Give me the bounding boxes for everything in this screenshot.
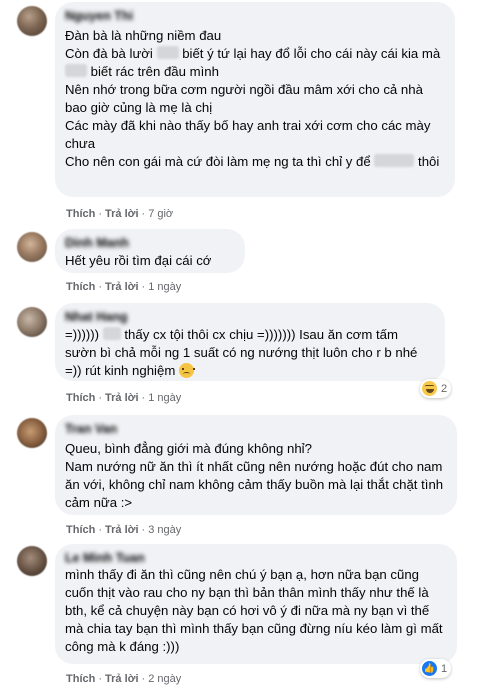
comment-bubble: Dinh Manh Hết yêu rồi tìm đại cái cớ (55, 229, 245, 273)
separator: · (98, 281, 103, 293)
comment-text: Hết yêu rồi tìm đại cái cớ (65, 253, 212, 268)
avatar[interactable] (17, 6, 47, 36)
like-link[interactable]: Thích (66, 524, 95, 536)
separator: · (141, 392, 146, 404)
comment-actions: Thích · Trả lời · 1 ngày (66, 392, 181, 404)
reaction-count: 2 (441, 382, 448, 395)
like-link[interactable]: Thích (66, 673, 95, 685)
comment-actions: Thích · Trả lời · 7 giờ (66, 208, 173, 220)
comment-line: Cho nên con gái mà cứ đòi làm mẹ ng ta t… (65, 154, 440, 169)
comment-bubble: Le Minh Tuan mình thấy đi ăn thì cũng nê… (55, 544, 457, 664)
reply-link[interactable]: Trả lời (105, 208, 139, 220)
sad-emoji-icon (178, 363, 195, 378)
comment-time[interactable]: 3 ngày (148, 524, 181, 536)
comment-text: mình thấy đi ăn thì cũng nên chú ý bạn ạ… (65, 567, 447, 654)
like-link[interactable]: Thích (66, 392, 95, 404)
comment-line: =)))))) thấy cx tội thôi cx chịu =))))))… (65, 327, 422, 378)
redacted-word (156, 46, 179, 59)
reaction-count: 1 (441, 662, 448, 675)
comment-text: =)))))) thấy cx tội thôi cx chịu =))))))… (65, 326, 433, 380)
reply-link[interactable]: Trả lời (105, 524, 139, 536)
like-link[interactable]: Thích (66, 281, 95, 293)
separator: · (141, 524, 146, 536)
comment-author[interactable]: Tran Van (65, 422, 445, 436)
comment-author[interactable]: Le Minh Tuan (65, 551, 445, 565)
comment-actions: Thích · Trả lời · 3 ngày (66, 524, 181, 536)
comment-author[interactable]: Dinh Manh (65, 236, 233, 250)
comment-actions: Thích · Trả lời · 2 ngày (66, 673, 181, 685)
comment-time[interactable]: 2 ngày (148, 673, 181, 685)
redacted-word (374, 154, 415, 167)
separator: · (141, 208, 146, 220)
reaction-summary[interactable]: 2 (420, 379, 452, 398)
comment-bubble: Tran Van Queu, bình đẳng giới mà đúng kh… (55, 415, 457, 515)
comment-time[interactable]: 7 giờ (148, 208, 173, 220)
separator: · (98, 208, 103, 220)
haha-reaction-icon (422, 381, 437, 396)
like-reaction-icon: 👍 (422, 661, 437, 676)
separator: · (141, 673, 146, 685)
comment-time[interactable]: 1 ngày (148, 392, 181, 404)
separator: · (98, 673, 103, 685)
avatar[interactable] (17, 307, 47, 337)
comment-author[interactable]: Nhat Hang (65, 310, 433, 324)
separator: · (98, 392, 103, 404)
avatar[interactable] (17, 232, 47, 262)
separator: · (98, 524, 103, 536)
avatar[interactable] (17, 546, 47, 576)
comment-line: Còn đà bà lười biết ý tứ lại hay đổ lỗi … (65, 46, 444, 79)
separator: · (141, 281, 146, 293)
comment-line: Đàn bà là những niềm đau (65, 28, 222, 43)
comment-line: Nên nhớ trong bữa cơm người ngồi đầu mâm… (65, 82, 427, 115)
comment-actions: Thích · Trả lời · 1 ngày (66, 281, 181, 293)
comment-text: Đàn bà là những niềm đau Còn đà bà lười … (65, 27, 443, 171)
comment-bubble: Nhat Hang =)))))) thấy cx tội thôi cx ch… (55, 303, 445, 381)
comment-bubble: Nguyen Thi Đàn bà là những niềm đau Còn … (55, 2, 455, 197)
reply-link[interactable]: Trả lời (105, 673, 139, 685)
avatar[interactable] (17, 418, 47, 448)
comment-time[interactable]: 1 ngày (148, 281, 181, 293)
like-link[interactable]: Thích (66, 208, 95, 220)
reply-link[interactable]: Trả lời (105, 392, 139, 404)
comment-text: Queu, bình đẳng giới mà đúng không nhỉ? … (65, 441, 444, 510)
comment-author[interactable]: Nguyen Thi (65, 9, 443, 23)
redacted-word (102, 327, 121, 340)
comment-line: Các mày đã khi nào thấy bố hay anh trai … (65, 118, 435, 151)
reply-link[interactable]: Trả lời (105, 281, 139, 293)
reaction-summary[interactable]: 👍 1 (420, 659, 452, 678)
redacted-word (65, 64, 87, 77)
